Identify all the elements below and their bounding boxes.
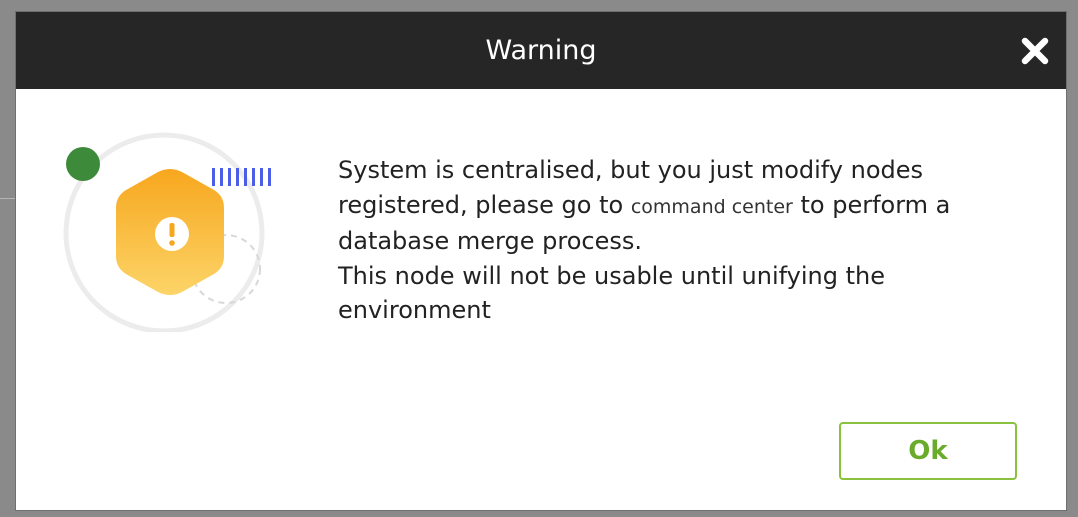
warning-message: System is centralised, but you just modi… <box>338 153 978 328</box>
close-button[interactable] <box>1018 34 1052 68</box>
warning-illustration <box>60 122 280 334</box>
backdrop-divider <box>0 198 16 199</box>
close-icon <box>1021 37 1049 65</box>
warning-hexagon-icon <box>63 132 271 334</box>
command-center-text: command center <box>630 195 793 218</box>
dialog-header: Warning <box>16 12 1066 89</box>
message-paragraph-1: System is centralised, but you just modi… <box>338 153 978 259</box>
message-paragraph-2: This node will not be usable until unify… <box>338 261 885 325</box>
dialog-title: Warning <box>485 35 597 66</box>
ok-button[interactable]: Ok <box>839 422 1017 480</box>
warning-dialog: Warning System is centralised, but you j… <box>16 12 1066 510</box>
